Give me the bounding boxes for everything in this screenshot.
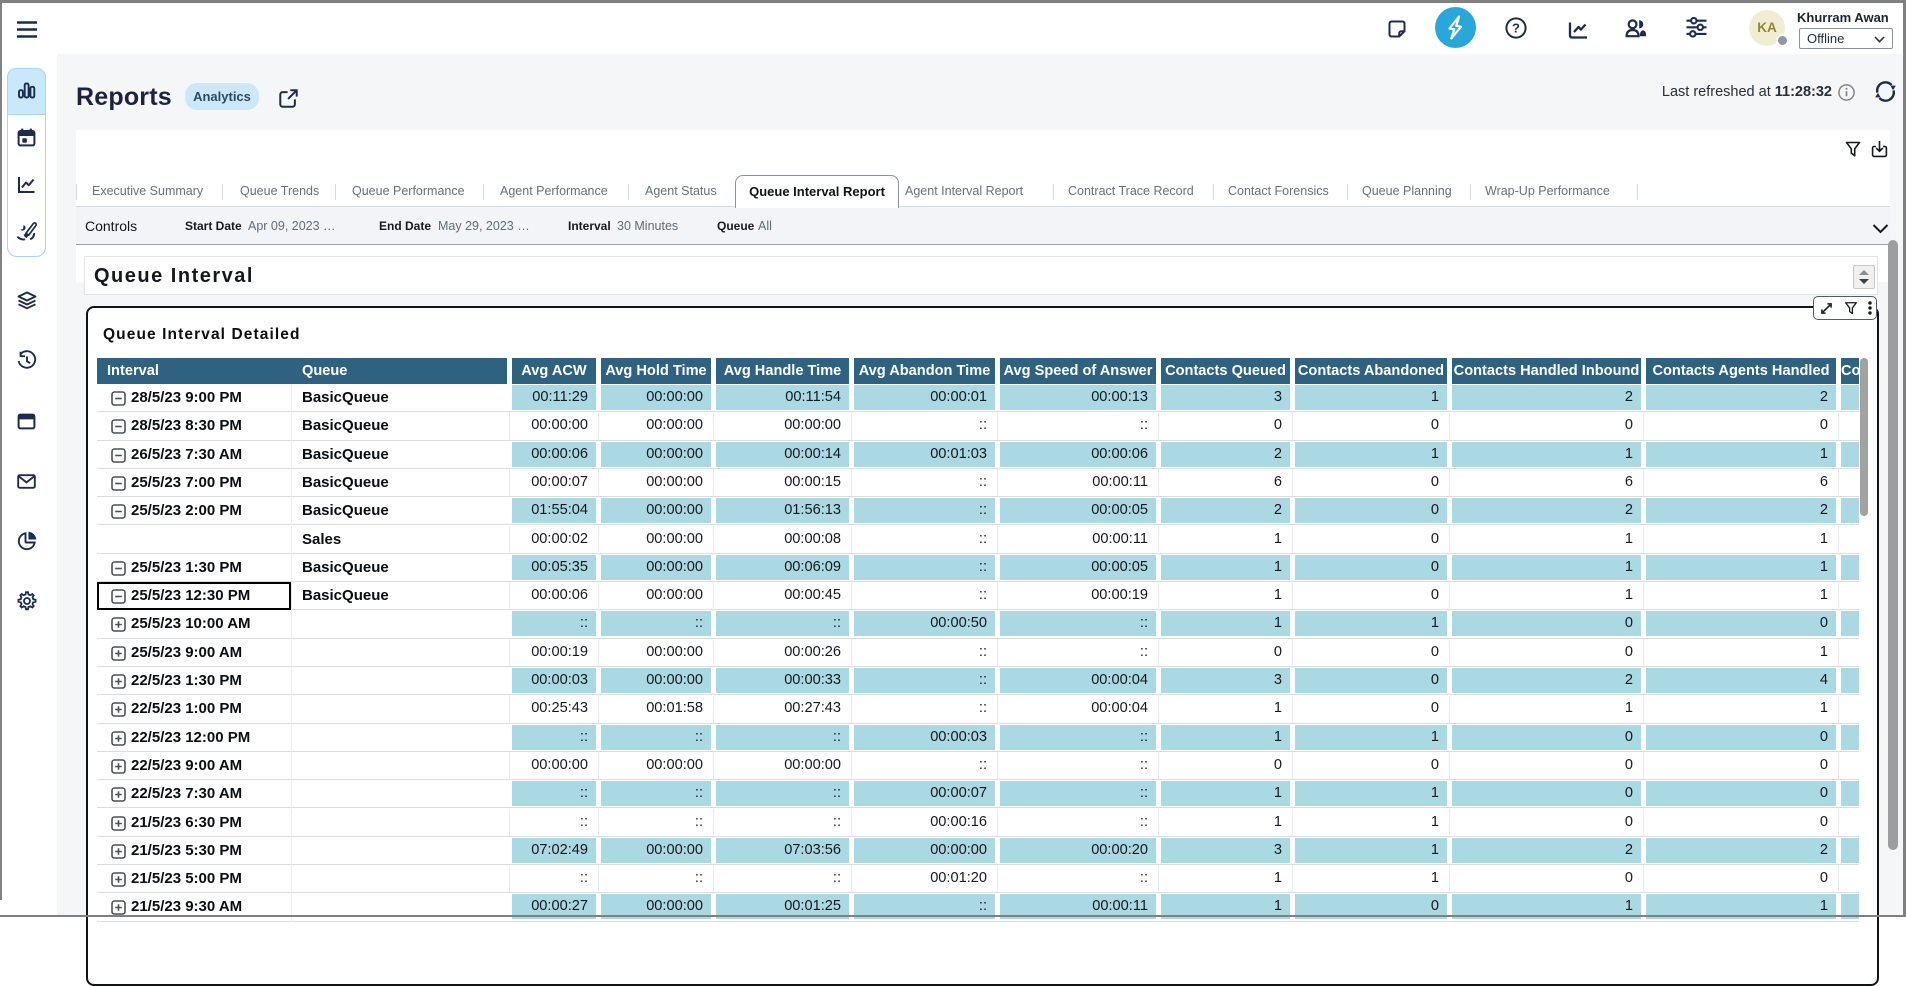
svg-text:?: ? bbox=[1512, 20, 1520, 35]
